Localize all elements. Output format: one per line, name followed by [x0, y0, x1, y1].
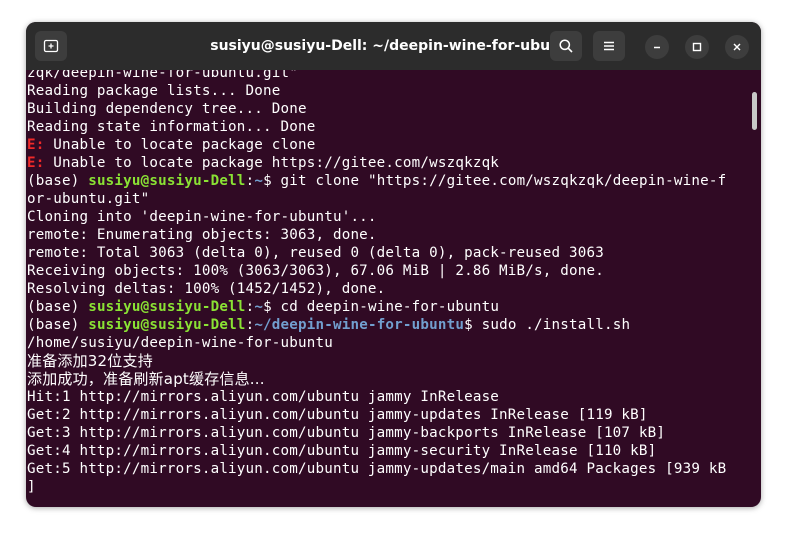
terminal-line: zqk/deepin-wine-for-ubuntu.git" — [27, 70, 747, 82]
output-text: Resolving deltas: 100% (1452/1452), done… — [27, 281, 386, 297]
output-text: 添加成功，准备刷新apt缓存信息... — [27, 370, 265, 388]
output-text: Get:2 http://mirrors.aliyun.com/ubuntu j… — [27, 407, 648, 423]
terminal-window: susiyu@susiyu-Dell: ~/deepin-wine-for-ub… — [26, 22, 761, 507]
search-icon — [559, 39, 573, 53]
scrollbar[interactable] — [747, 70, 761, 507]
output-text: Unable to locate package clone — [44, 137, 316, 153]
prompt-path: ~ — [254, 299, 264, 315]
terminal-line: Building dependency tree... Done — [27, 100, 747, 118]
output-text: ] — [27, 479, 36, 495]
output-text: /home/susiyu/deepin-wine-for-ubuntu — [27, 335, 333, 351]
minimize-icon — [654, 46, 660, 49]
terminal-line: Reading package lists... Done — [27, 82, 747, 100]
terminal-line: Reading state information... Done — [27, 118, 747, 136]
terminal-line: Cloning into 'deepin-wine-for-ubuntu'... — [27, 208, 747, 226]
prompt-env: (base) — [27, 173, 89, 189]
output-text: Get:4 http://mirrors.aliyun.com/ubuntu j… — [27, 443, 657, 459]
terminal-line: Hit:1 http://mirrors.aliyun.com/ubuntu j… — [27, 388, 747, 406]
terminal-line: (base) susiyu@susiyu-Dell:~$ cd deepin-w… — [27, 298, 747, 316]
output-text: zqk/deepin-wine-for-ubuntu.git" — [27, 70, 298, 81]
error-marker: E: — [27, 155, 45, 171]
command-text: $ git clone "https://gitee.com/wszqkzqk/… — [263, 173, 727, 189]
terminal-line: 添加成功，准备刷新apt缓存信息... — [27, 370, 747, 388]
output-text: Unable to locate package https://gitee.c… — [44, 155, 500, 171]
terminal-line: remote: Total 3063 (delta 0), reused 0 (… — [27, 244, 747, 262]
terminal-line: Get:3 http://mirrors.aliyun.com/ubuntu j… — [27, 424, 747, 442]
titlebar[interactable]: susiyu@susiyu-Dell: ~/deepin-wine-for-ub… — [26, 22, 761, 70]
terminal-line: Receiving objects: 100% (3063/3063), 67.… — [27, 262, 747, 280]
prompt-user: susiyu@susiyu-Dell — [88, 317, 246, 333]
search-button[interactable] — [550, 31, 582, 61]
maximize-icon — [692, 42, 702, 52]
terminal-line: Get:4 http://mirrors.aliyun.com/ubuntu j… — [27, 442, 747, 460]
prompt-user: susiyu@susiyu-Dell — [88, 173, 246, 189]
output-text: 准备添加32位支持 — [27, 352, 153, 370]
output-text: Hit:1 http://mirrors.aliyun.com/ubuntu j… — [27, 389, 500, 405]
menu-button[interactable] — [593, 31, 625, 61]
output-text: Reading state information... Done — [27, 119, 316, 135]
terminal-line: /home/susiyu/deepin-wine-for-ubuntu — [27, 334, 747, 352]
minimize-button[interactable] — [645, 35, 669, 59]
prompt-path: ~ — [254, 173, 264, 189]
maximize-button[interactable] — [685, 35, 709, 59]
prompt-separator: : — [245, 299, 255, 315]
close-icon — [733, 43, 741, 51]
prompt-separator: : — [245, 317, 255, 333]
terminal-line: Resolving deltas: 100% (1452/1452), done… — [27, 280, 747, 298]
prompt-env: (base) — [27, 317, 89, 333]
terminal-line: ] — [27, 478, 747, 496]
terminal-line: E: Unable to locate package https://gite… — [27, 154, 747, 172]
command-text: $ cd deepin-wine-for-ubuntu — [263, 299, 500, 315]
new-tab-icon — [43, 39, 59, 53]
output-text: Get:3 http://mirrors.aliyun.com/ubuntu j… — [27, 425, 666, 441]
output-text: Building dependency tree... Done — [27, 101, 307, 117]
output-text: or-ubuntu.git" — [27, 191, 150, 207]
terminal-line: E: Unable to locate package clone — [27, 136, 747, 154]
prompt-user: susiyu@susiyu-Dell — [88, 299, 246, 315]
output-text: Reading package lists... Done — [27, 83, 281, 99]
watermark: CSDN @yuer秋nion — [653, 514, 768, 528]
terminal-line: or-ubuntu.git" — [27, 190, 747, 208]
close-button[interactable] — [725, 35, 749, 59]
terminal-output[interactable]: zqk/deepin-wine-for-ubuntu.git" Reading p… — [26, 70, 747, 507]
new-tab-button[interactable] — [35, 31, 67, 61]
terminal-line: (base) susiyu@susiyu-Dell:~/deepin-wine-… — [27, 316, 747, 334]
prompt-env: (base) — [27, 299, 89, 315]
output-text: Cloning into 'deepin-wine-for-ubuntu'... — [27, 209, 377, 225]
terminal-line: Get:5 http://mirrors.aliyun.com/ubuntu j… — [27, 460, 747, 478]
prompt-separator: : — [245, 173, 255, 189]
output-text: remote: Enumerating objects: 3063, done. — [27, 227, 377, 243]
terminal-line: Get:2 http://mirrors.aliyun.com/ubuntu j… — [27, 406, 747, 424]
output-text: Get:5 http://mirrors.aliyun.com/ubuntu j… — [27, 461, 727, 477]
hamburger-menu-icon — [604, 41, 614, 51]
terminal-line: (base) susiyu@susiyu-Dell:~$ git clone "… — [27, 172, 747, 190]
terminal-line: remote: Enumerating objects: 3063, done. — [27, 226, 747, 244]
terminal-line: 准备添加32位支持 — [27, 352, 747, 370]
error-marker: E: — [27, 137, 45, 153]
output-text: Receiving objects: 100% (3063/3063), 67.… — [27, 263, 604, 279]
prompt-path: ~/deepin-wine-for-ubuntu — [254, 317, 465, 333]
output-text: remote: Total 3063 (delta 0), reused 0 (… — [27, 245, 604, 261]
scrollbar-thumb[interactable] — [752, 92, 757, 130]
command-text: $ sudo ./install.sh — [464, 317, 631, 333]
